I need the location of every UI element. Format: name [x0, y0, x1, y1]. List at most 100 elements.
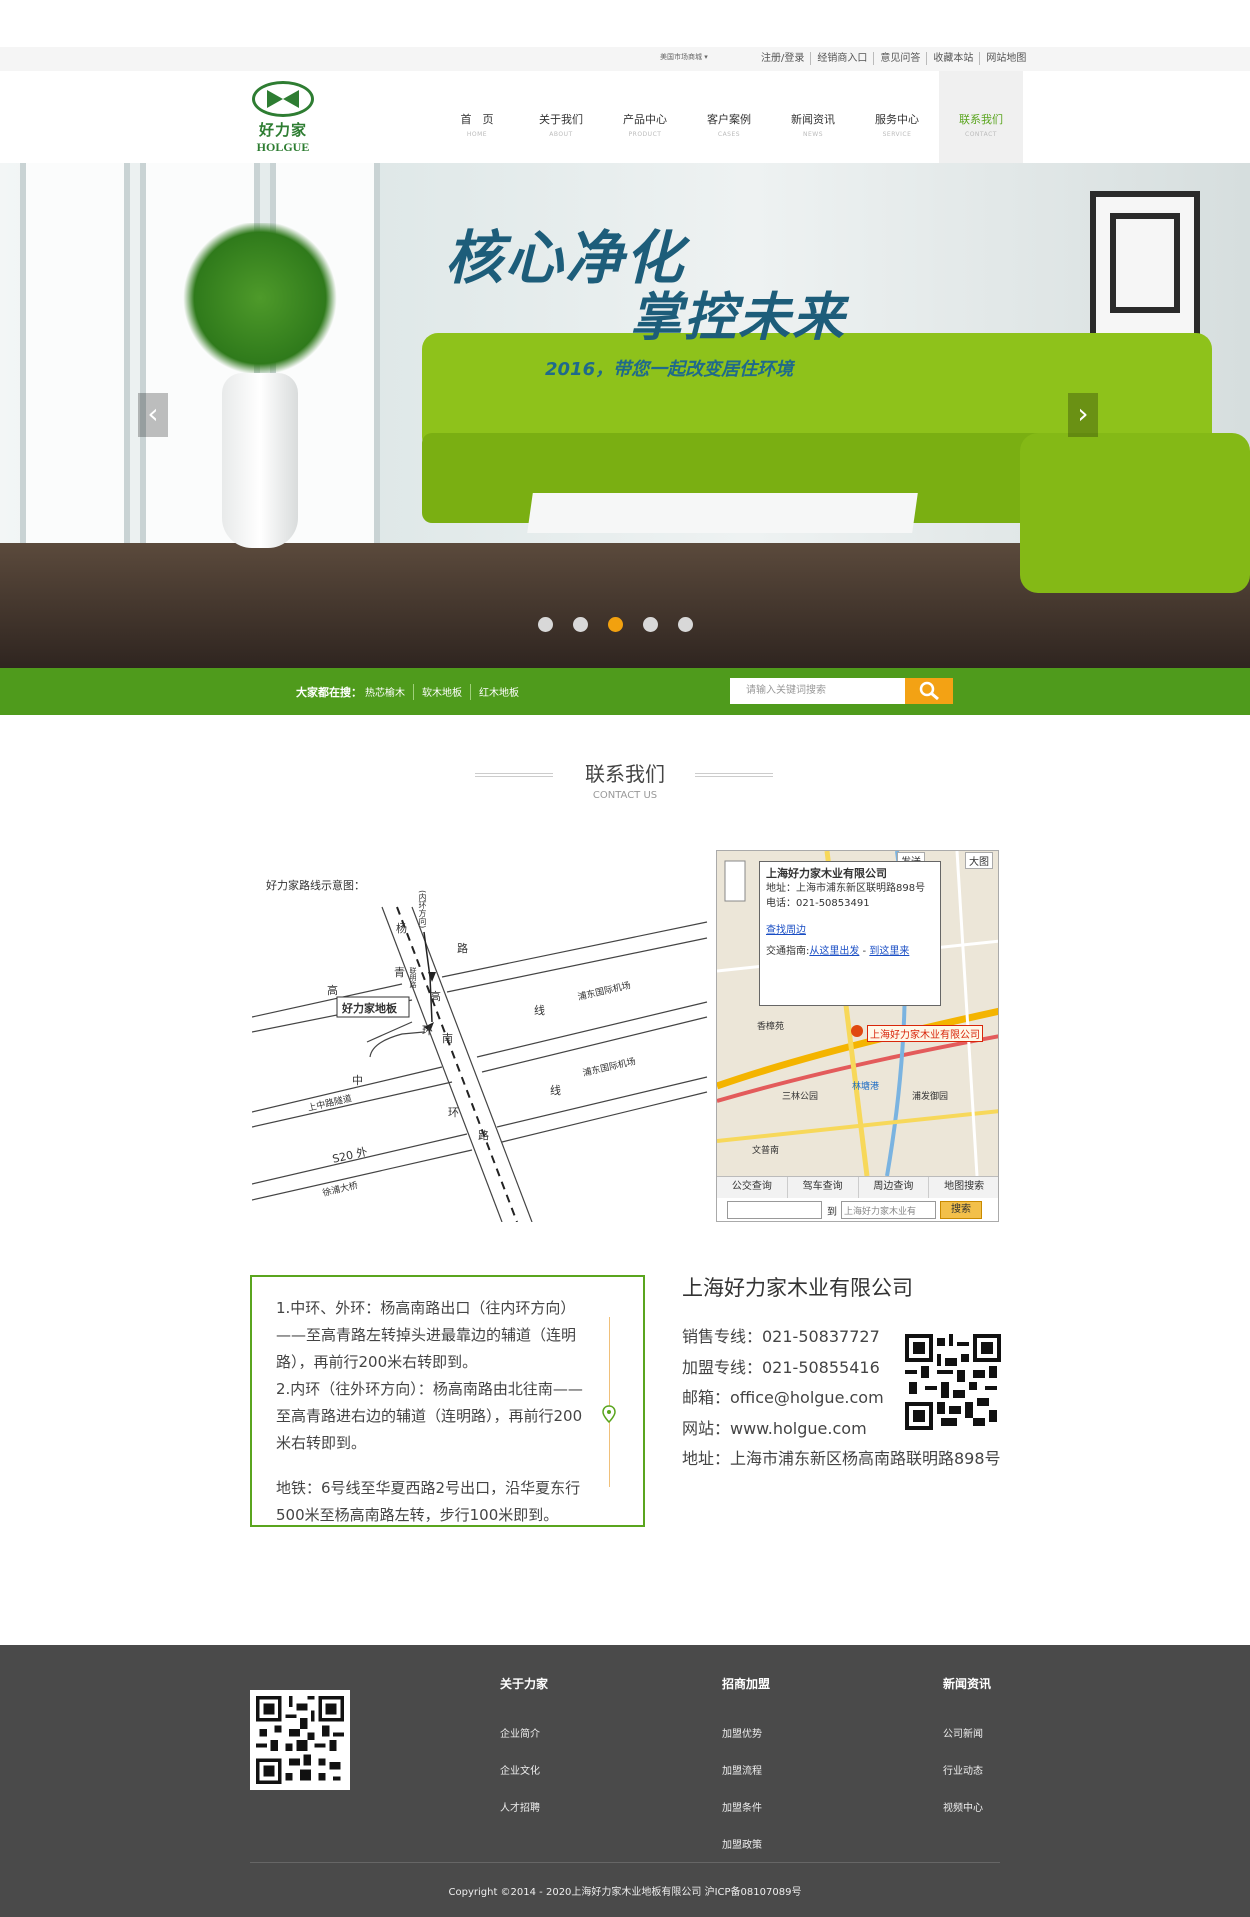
map-tab-bus[interactable]: 公交查询	[717, 1177, 788, 1198]
banner-sofa-arm	[1020, 433, 1250, 593]
hot-term[interactable]: 软木地板	[413, 684, 470, 700]
footer-link[interactable]: 公司新闻	[943, 1716, 991, 1753]
map-place: 林塘港	[852, 1082, 880, 1092]
route-label-huan: 环	[422, 1024, 433, 1037]
region-label: 美国市场商城	[660, 53, 702, 61]
site-footer: 关于力家 企业简介 企业文化 人才招聘 招商加盟 加盟优势 加盟流程 加盟条件 …	[0, 1645, 1250, 1917]
top-link-dealer[interactable]: 经销商入口	[810, 52, 873, 65]
map-marker-label[interactable]: 上海好力家木业有限公司	[867, 1025, 983, 1042]
banner-prev-arrow-icon[interactable]: ‹	[138, 393, 168, 437]
map-to-input[interactable]: 上海好力家木业有	[841, 1201, 936, 1219]
top-link-faq[interactable]: 意见问答	[873, 52, 926, 65]
map-tab-search[interactable]: 地图搜索	[929, 1177, 998, 1198]
top-link-favorite[interactable]: 收藏本站	[926, 52, 979, 65]
nav-item-cases[interactable]: 客户案例 CASES	[687, 71, 771, 163]
route-store-label: 好力家地板	[342, 1002, 397, 1015]
nav-sublabel: SERVICE	[882, 131, 912, 138]
directions-p2: 2.内环（往外环方向）：杨高南路由北往南——至高青路进右边的辅道（连明路），再前…	[276, 1380, 583, 1452]
route-label-lianming: 联明路	[409, 967, 417, 988]
directions-box: 1.中环、外环：杨高南路出口（往内环方向）——至高青路左转掉头进最靠边的辅道（连…	[250, 1275, 645, 1527]
banner-dot[interactable]	[573, 617, 588, 632]
nav-item-contact[interactable]: 联系我们 CONTACT	[939, 71, 1023, 163]
route-label-huan2: 环	[448, 1106, 459, 1119]
footer-link[interactable]: 视频中心	[943, 1790, 991, 1827]
banner-dot[interactable]	[538, 617, 553, 632]
footer-link[interactable]: 加盟条件	[722, 1790, 770, 1827]
footer-link[interactable]: 加盟政策	[722, 1827, 770, 1864]
banner-dot[interactable]	[678, 617, 693, 632]
directions-scroll-track	[609, 1317, 610, 1487]
banner-slogan-2: 掌控未来	[630, 288, 847, 348]
footer-col-news: 新闻资讯 公司新闻 行业动态 视频中心	[943, 1675, 991, 1827]
map-place: 三林公园	[782, 1092, 819, 1102]
map-phone: 电话：021-50853491	[766, 898, 870, 909]
qr-code-icon	[905, 1334, 1001, 1430]
footer-link[interactable]: 企业简介	[500, 1716, 548, 1753]
hot-term[interactable]: 红木地板	[470, 684, 527, 700]
hot-searches: 大家都在搜： 热芯榆木 软木地板 红木地板	[296, 684, 527, 700]
top-links: 注册/登录 经销商入口 意见问答 收藏本站 网站地图	[755, 52, 1032, 65]
banner-table	[527, 493, 918, 533]
footer-col-title: 新闻资讯	[943, 1677, 992, 1691]
banner-next-arrow-icon[interactable]: ›	[1068, 393, 1098, 437]
nav-item-news[interactable]: 新闻资讯 NEWS	[771, 71, 855, 163]
footer-link[interactable]: 加盟优势	[722, 1716, 770, 1753]
main-nav: 首 页 HOME 关于我们 ABOUT 产品中心 PRODUCT 客户案例 CASES …	[435, 71, 1023, 163]
logo-en: HOLGUE	[256, 140, 310, 154]
banner-slogan-3: 2016，带您一起改变居住环境	[545, 359, 794, 380]
banner-vase	[222, 373, 298, 548]
logo[interactable]: 好力家 HOLGUE	[248, 81, 318, 157]
route-label-zhong: 中	[352, 1074, 363, 1087]
nav-label: 新闻资讯	[791, 113, 835, 126]
region-select[interactable]: 美国市场商城 ▾	[660, 52, 708, 62]
map-tab-drive[interactable]: 驾车查询	[788, 1177, 859, 1198]
copyright: Copyright ©2014 - 2020上海好力家木业地板有限公司 沪ICP…	[448, 1887, 802, 1898]
title-divider	[475, 773, 553, 777]
map-tabs: 公交查询 驾车查询 周边查询 地图搜索	[717, 1176, 998, 1198]
map-place: 香樟苑	[757, 1022, 785, 1032]
map-place: 文普南	[752, 1146, 780, 1156]
hot-label: 大家都在搜：	[296, 686, 362, 699]
logo-mark-icon	[252, 81, 314, 117]
route-label-lu2: 路	[478, 1129, 489, 1142]
section-title-en: CONTACT US	[592, 790, 658, 801]
map-nearby-link[interactable]: 查找周边	[766, 923, 934, 938]
top-link-login[interactable]: 注册/登录	[755, 52, 810, 65]
banner-plant	[180, 223, 340, 373]
search-input[interactable]: 请输入关键词搜索	[730, 678, 905, 704]
nav-item-home[interactable]: 首 页 HOME	[435, 71, 519, 163]
banner-dot-active[interactable]	[608, 617, 623, 632]
footer-link[interactable]: 行业动态	[943, 1753, 991, 1790]
map-search-button[interactable]: 搜索	[940, 1201, 982, 1219]
embedded-map[interactable]: 发送 大图 上海好力家木业有限公司 地址：上海市浦东新区联明路898号 电话：0…	[716, 850, 999, 1222]
map-bigmap-button[interactable]: 大图	[965, 852, 993, 869]
map-from-input[interactable]	[727, 1201, 822, 1219]
nav-item-about[interactable]: 关于我们 ABOUT	[519, 71, 603, 163]
footer-link[interactable]: 加盟流程	[722, 1753, 770, 1790]
route-label-gaoqing: 高	[430, 990, 441, 1003]
banner-dot[interactable]	[643, 617, 658, 632]
section-title: 联系我们 CONTACT US	[0, 758, 1250, 801]
search-bar: 大家都在搜： 热芯榆木 软木地板 红木地板 请输入关键词搜索	[0, 668, 1250, 715]
footer-link[interactable]: 人才招聘	[500, 1790, 548, 1827]
map-tab-nearby[interactable]: 周边查询	[859, 1177, 930, 1198]
nav-label: 关于我们	[539, 113, 583, 126]
nav-label: 产品中心	[623, 113, 667, 126]
route-label-xian: 线	[534, 1004, 545, 1017]
footer-col-title: 关于力家	[500, 1677, 549, 1691]
route-label-qing: 青	[394, 966, 405, 979]
nav-label: 服务中心	[875, 113, 919, 126]
nav-item-product[interactable]: 产品中心 PRODUCT	[603, 71, 687, 163]
footer-link[interactable]: 企业文化	[500, 1753, 548, 1790]
map-to-here-link[interactable]: 到这里来	[869, 946, 909, 957]
top-utility-bar: 美国市场商城 ▾ 注册/登录 经销商入口 意见问答 收藏本站 网站地图	[0, 47, 1250, 71]
map-from-here-link[interactable]: 从这里出发	[809, 946, 859, 957]
search-button[interactable]	[905, 678, 953, 704]
route-diagram: 好力家路线示意图： 好力家地板 杨 (内环方向) 路 高 青 高 联明路 线 南…	[252, 872, 712, 1222]
section-title-cn: 联系我们	[585, 762, 665, 786]
nav-sublabel: NEWS	[802, 131, 824, 138]
map-company: 上海好力家木业有限公司	[766, 867, 887, 880]
top-link-sitemap[interactable]: 网站地图	[979, 52, 1032, 65]
hot-term[interactable]: 热芯榆木	[365, 684, 413, 700]
nav-item-service[interactable]: 服务中心 SERVICE	[855, 71, 939, 163]
